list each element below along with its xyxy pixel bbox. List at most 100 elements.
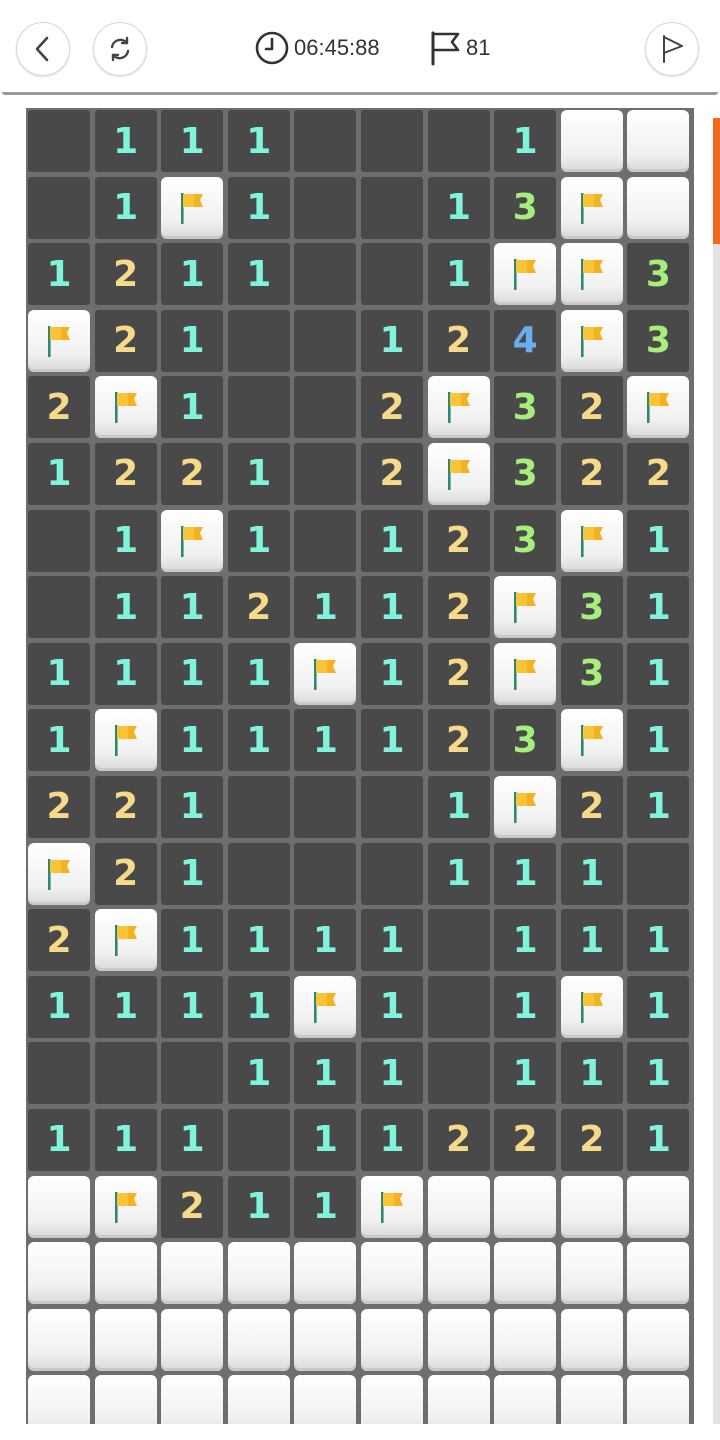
covered-cell[interactable] [161, 1375, 224, 1424]
number-cell[interactable]: 1 [94, 110, 157, 172]
number-cell[interactable]: 1 [227, 975, 290, 1038]
number-cell[interactable]: 1 [627, 775, 690, 838]
number-cell[interactable]: 1 [427, 176, 490, 239]
number-cell[interactable]: 2 [161, 442, 224, 505]
number-cell[interactable]: 1 [294, 909, 357, 972]
empty-cell[interactable] [294, 442, 357, 505]
covered-cell[interactable] [427, 1175, 490, 1238]
number-cell[interactable]: 1 [28, 642, 90, 705]
covered-cell[interactable] [28, 1242, 90, 1305]
empty-cell[interactable] [28, 509, 90, 572]
covered-cell[interactable] [360, 1308, 423, 1371]
number-cell[interactable]: 1 [28, 709, 90, 772]
covered-cell[interactable] [28, 1375, 90, 1424]
covered-cell[interactable] [427, 1308, 490, 1371]
number-cell[interactable]: 1 [227, 110, 290, 172]
number-cell[interactable]: 1 [294, 1108, 357, 1171]
number-cell[interactable]: 1 [94, 642, 157, 705]
empty-cell[interactable] [28, 576, 90, 639]
number-cell[interactable]: 3 [494, 509, 557, 572]
number-cell[interactable]: 1 [161, 110, 224, 172]
number-cell[interactable]: 1 [494, 909, 557, 972]
number-cell[interactable]: 4 [494, 309, 557, 372]
covered-cell[interactable] [627, 1175, 690, 1238]
covered-cell[interactable] [294, 1308, 357, 1371]
number-cell[interactable]: 2 [360, 376, 423, 439]
covered-cell[interactable] [28, 1308, 90, 1371]
number-cell[interactable]: 1 [360, 642, 423, 705]
empty-cell[interactable] [227, 1108, 290, 1171]
flagged-cell[interactable] [427, 442, 490, 505]
number-cell[interactable]: 3 [627, 243, 690, 306]
number-cell[interactable]: 3 [494, 442, 557, 505]
flagged-cell[interactable] [94, 1175, 157, 1238]
covered-cell[interactable] [560, 1375, 623, 1424]
empty-cell[interactable] [427, 909, 490, 972]
covered-cell[interactable] [560, 1308, 623, 1371]
flagged-cell[interactable] [560, 176, 623, 239]
covered-cell[interactable] [494, 1242, 557, 1305]
number-cell[interactable]: 1 [94, 576, 157, 639]
number-cell[interactable]: 1 [494, 1042, 557, 1105]
number-cell[interactable]: 2 [560, 1108, 623, 1171]
flagged-cell[interactable] [94, 909, 157, 972]
covered-cell[interactable] [494, 1308, 557, 1371]
number-cell[interactable]: 1 [28, 975, 90, 1038]
number-cell[interactable]: 1 [227, 1175, 290, 1238]
number-cell[interactable]: 1 [560, 909, 623, 972]
number-cell[interactable]: 3 [494, 376, 557, 439]
number-cell[interactable]: 1 [227, 909, 290, 972]
number-cell[interactable]: 1 [494, 842, 557, 905]
number-cell[interactable]: 1 [161, 775, 224, 838]
number-cell[interactable]: 2 [94, 842, 157, 905]
number-cell[interactable]: 3 [494, 176, 557, 239]
covered-cell[interactable] [227, 1308, 290, 1371]
number-cell[interactable]: 1 [360, 576, 423, 639]
empty-cell[interactable] [360, 842, 423, 905]
number-cell[interactable]: 2 [360, 442, 423, 505]
number-cell[interactable]: 1 [161, 309, 224, 372]
number-cell[interactable]: 1 [627, 576, 690, 639]
number-cell[interactable]: 1 [161, 709, 224, 772]
flagged-cell[interactable] [161, 176, 224, 239]
number-cell[interactable]: 1 [94, 509, 157, 572]
number-cell[interactable]: 3 [560, 576, 623, 639]
number-cell[interactable]: 1 [627, 975, 690, 1038]
number-cell[interactable]: 1 [360, 709, 423, 772]
covered-cell[interactable] [161, 1242, 224, 1305]
empty-cell[interactable] [94, 1042, 157, 1105]
empty-cell[interactable] [294, 110, 357, 172]
number-cell[interactable]: 3 [627, 309, 690, 372]
empty-cell[interactable] [28, 110, 90, 172]
number-cell[interactable]: 2 [227, 576, 290, 639]
flagged-cell[interactable] [627, 376, 690, 439]
empty-cell[interactable] [227, 842, 290, 905]
empty-cell[interactable] [161, 1042, 224, 1105]
empty-cell[interactable] [360, 110, 423, 172]
restart-button[interactable] [93, 22, 147, 76]
number-cell[interactable]: 1 [161, 975, 224, 1038]
number-cell[interactable]: 1 [161, 842, 224, 905]
number-cell[interactable]: 2 [560, 376, 623, 439]
flagged-cell[interactable] [94, 376, 157, 439]
covered-cell[interactable] [94, 1375, 157, 1424]
number-cell[interactable]: 2 [28, 376, 90, 439]
number-cell[interactable]: 2 [161, 1175, 224, 1238]
empty-cell[interactable] [360, 176, 423, 239]
empty-cell[interactable] [294, 243, 357, 306]
flagged-cell[interactable] [560, 243, 623, 306]
covered-cell[interactable] [360, 1375, 423, 1424]
number-cell[interactable]: 2 [560, 442, 623, 505]
number-cell[interactable]: 1 [494, 110, 557, 172]
scrollbar-thumb[interactable] [713, 118, 720, 244]
covered-cell[interactable] [294, 1242, 357, 1305]
number-cell[interactable]: 1 [360, 309, 423, 372]
number-cell[interactable]: 1 [161, 243, 224, 306]
covered-cell[interactable] [627, 1308, 690, 1371]
covered-cell[interactable] [627, 1375, 690, 1424]
number-cell[interactable]: 1 [427, 243, 490, 306]
number-cell[interactable]: 3 [494, 709, 557, 772]
covered-cell[interactable] [227, 1242, 290, 1305]
number-cell[interactable]: 2 [427, 642, 490, 705]
flagged-cell[interactable] [427, 376, 490, 439]
